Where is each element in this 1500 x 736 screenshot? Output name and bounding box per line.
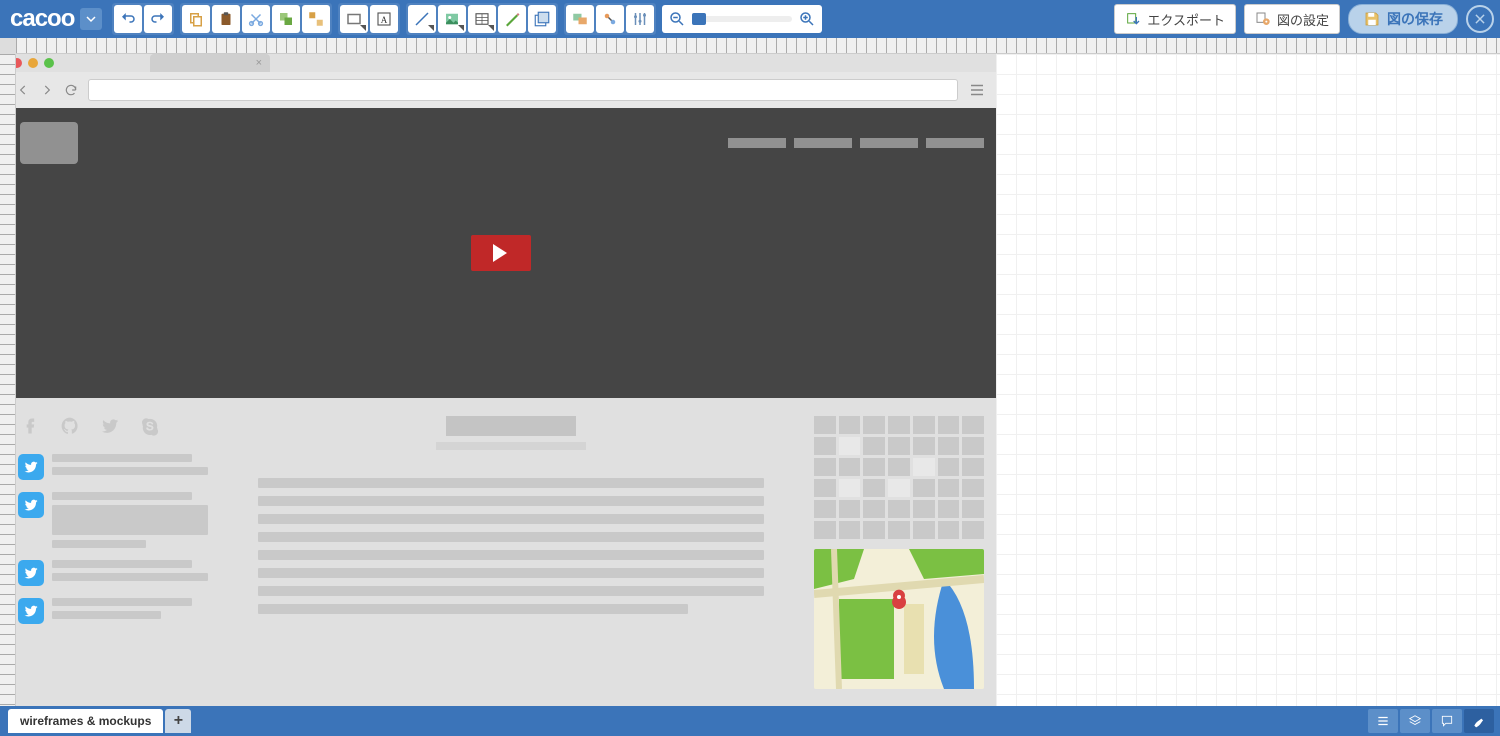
panel-list-button[interactable]: [1368, 709, 1398, 733]
forward-icon: [40, 83, 54, 97]
twitter-badge-icon: [18, 560, 44, 586]
wireframe-nav-item: [728, 138, 786, 148]
skype-icon: [140, 416, 160, 436]
wireframe-titlebar: ×: [16, 54, 996, 72]
diagram-settings-button[interactable]: 図の設定: [1244, 4, 1340, 34]
twitter-icon: [100, 416, 120, 436]
close-button[interactable]: [1466, 5, 1494, 33]
facebook-icon: [20, 416, 40, 436]
paste-button[interactable]: [212, 5, 240, 33]
settings-tool[interactable]: [626, 5, 654, 33]
ruler-corner: [0, 38, 16, 54]
wireframe-subheading-placeholder: [436, 442, 586, 450]
panel-chat-button[interactable]: [1432, 709, 1462, 733]
twitter-badge-icon: [18, 492, 44, 518]
settings-icon: [1255, 11, 1271, 27]
github-icon: [60, 416, 80, 436]
svg-text:A: A: [381, 15, 388, 25]
wireframe-map: [814, 549, 984, 689]
vertical-ruler[interactable]: [0, 54, 16, 706]
settings-label: 図の設定: [1277, 10, 1329, 29]
save-icon: [1363, 10, 1381, 28]
reload-icon: [64, 83, 78, 97]
menu-icon: [968, 81, 986, 99]
save-label: 図の保存: [1387, 9, 1443, 29]
wireframe-paragraph-placeholder: [258, 478, 764, 614]
app-toolbar: cacoo A エクスポート: [0, 0, 1500, 38]
wireframe-body: [16, 398, 996, 706]
wireframe-nav: [728, 138, 984, 148]
sheet-tab-label: wireframes & mockups: [20, 714, 151, 728]
export-icon: [1125, 11, 1141, 27]
zoom-control: [662, 5, 822, 33]
export-button[interactable]: エクスポート: [1114, 4, 1236, 34]
wireframe-social-row: [18, 416, 208, 436]
wireframe-play-button: [471, 235, 531, 271]
wireframe-nav-item: [860, 138, 918, 148]
stencil-tool[interactable]: [528, 5, 556, 33]
app-logo: cacoo: [6, 5, 106, 33]
wireframe-nav-item: [794, 138, 852, 148]
tab-close-icon: ×: [256, 57, 262, 69]
traffic-light-zoom: [44, 58, 54, 68]
wireframe-heading-placeholder: [446, 416, 576, 436]
wireframe-browser-mockup[interactable]: ×: [16, 54, 996, 706]
horizontal-ruler[interactable]: [16, 38, 1500, 54]
wireframe-tweet: [18, 454, 208, 480]
twitter-badge-icon: [18, 454, 44, 480]
wireframe-right-column: [814, 416, 984, 690]
ungroup-button[interactable]: [302, 5, 330, 33]
group-button[interactable]: [272, 5, 300, 33]
logo-text: cacoo: [10, 5, 74, 33]
canvas[interactable]: ×: [16, 54, 1500, 706]
panel-style-button[interactable]: [1464, 709, 1494, 733]
image-tool[interactable]: [438, 5, 466, 33]
twitter-badge-icon: [18, 598, 44, 624]
wireframe-nav-item: [926, 138, 984, 148]
cut-button[interactable]: [242, 5, 270, 33]
add-sheet-button[interactable]: +: [165, 709, 191, 733]
traffic-light-minimize: [28, 58, 38, 68]
wireframe-left-column: [18, 416, 208, 690]
text-tool[interactable]: A: [370, 5, 398, 33]
traffic-light-close: [16, 58, 22, 68]
workspace: ×: [0, 38, 1500, 706]
wireframe-center-column: [238, 416, 784, 690]
redo-button[interactable]: [144, 5, 172, 33]
table-tool[interactable]: [468, 5, 496, 33]
shape-tool[interactable]: [340, 5, 368, 33]
back-icon: [16, 83, 30, 97]
wireframe-calendar: [814, 416, 984, 539]
undo-button[interactable]: [114, 5, 142, 33]
export-label: エクスポート: [1147, 10, 1225, 29]
save-button[interactable]: 図の保存: [1348, 4, 1458, 34]
insert-image-button[interactable]: [566, 5, 594, 33]
zoom-slider[interactable]: [692, 16, 792, 22]
zoom-in-button[interactable]: [796, 8, 818, 30]
wireframe-tweet: [18, 560, 208, 586]
link-tool[interactable]: [596, 5, 624, 33]
panel-layers-button[interactable]: [1400, 709, 1430, 733]
copy-button[interactable]: [182, 5, 210, 33]
wireframe-url-input: [88, 79, 958, 101]
line-tool[interactable]: [408, 5, 436, 33]
zoom-out-button[interactable]: [666, 8, 688, 30]
wireframe-url-bar: [16, 72, 996, 108]
freehand-tool[interactable]: [498, 5, 526, 33]
logo-dropdown[interactable]: [80, 8, 102, 30]
wireframe-tweet: [18, 598, 208, 624]
wireframe-browser-tab: ×: [150, 54, 270, 72]
wireframe-logo-placeholder: [20, 122, 78, 164]
sheet-tabs-bar: wireframes & mockups +: [0, 706, 1500, 736]
wireframe-hero: [16, 108, 996, 398]
sheet-tab-active[interactable]: wireframes & mockups: [8, 709, 163, 733]
close-icon: [1473, 12, 1487, 26]
wireframe-tweet: [18, 492, 208, 548]
